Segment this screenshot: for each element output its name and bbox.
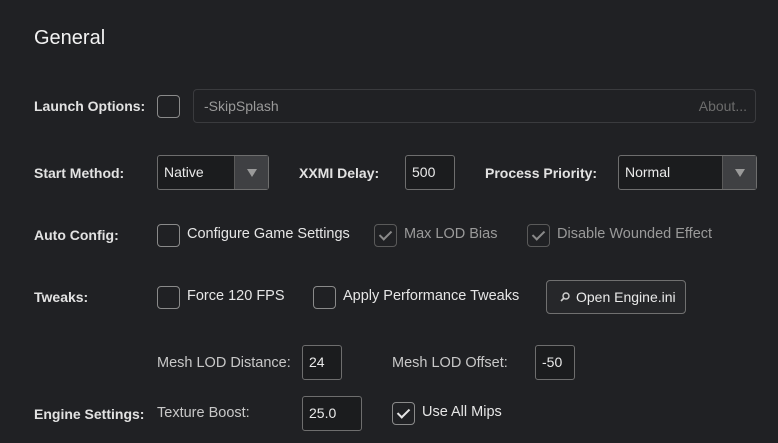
texture-boost-input[interactable]: 25.0 (302, 396, 362, 431)
texture-boost-label: Texture Boost: (157, 405, 250, 421)
process-priority-select[interactable]: Normal (618, 155, 757, 190)
chevron-down-icon (735, 169, 745, 177)
configure-game-settings-checkbox[interactable] (157, 224, 180, 247)
use-all-mips-label[interactable]: Use All Mips (422, 404, 502, 420)
process-priority-dropdown-button[interactable] (722, 156, 756, 189)
checkmark-icon (378, 227, 393, 241)
mesh-lod-distance-label: Mesh LOD Distance: (157, 355, 291, 371)
launch-options-checkbox[interactable] (157, 95, 180, 118)
xxmi-delay-label: XXMI Delay: (299, 165, 380, 181)
tweaks-label: Tweaks: (34, 289, 89, 305)
start-method-dropdown-button[interactable] (234, 156, 268, 189)
max-lod-bias-label: Max LOD Bias (404, 226, 498, 242)
configure-game-settings-label[interactable]: Configure Game Settings (187, 226, 350, 242)
section-title: General (34, 27, 106, 49)
use-all-mips-checkbox[interactable] (392, 402, 415, 425)
open-engine-ini-button[interactable]: Open Engine.ini (546, 280, 686, 314)
auto-config-label: Auto Config: (34, 227, 119, 243)
force-120-fps-label[interactable]: Force 120 FPS (187, 288, 285, 304)
general-settings-panel: General Launch Options: -SkipSplash Abou… (0, 0, 778, 443)
force-120-fps-checkbox[interactable] (157, 286, 180, 309)
engine-settings-label: Engine Settings: (34, 406, 145, 422)
open-engine-ini-label: Open Engine.ini (576, 289, 676, 305)
launch-options-label: Launch Options: (34, 98, 146, 114)
disable-wounded-effect-checkbox (527, 224, 550, 247)
mesh-lod-offset-input[interactable]: -50 (535, 345, 575, 380)
checkmark-icon (531, 227, 546, 241)
apply-performance-tweaks-label[interactable]: Apply Performance Tweaks (343, 288, 519, 304)
mesh-lod-offset-label: Mesh LOD Offset: (392, 355, 508, 371)
process-priority-label: Process Priority: (485, 165, 598, 181)
start-method-value: Native (164, 164, 204, 180)
max-lod-bias-checkbox (374, 224, 397, 247)
process-priority-value: Normal (625, 164, 671, 180)
checkmark-icon (396, 405, 411, 419)
disable-wounded-effect-label: Disable Wounded Effect (557, 226, 713, 242)
magnifier-icon (560, 292, 570, 302)
apply-performance-tweaks-checkbox[interactable] (313, 286, 336, 309)
start-method-label: Start Method: (34, 165, 125, 181)
about-link[interactable]: About... (699, 98, 747, 114)
start-method-select[interactable]: Native (157, 155, 269, 190)
chevron-down-icon (247, 169, 257, 177)
launch-options-value: -SkipSplash (204, 98, 279, 114)
mesh-lod-distance-input[interactable]: 24 (302, 345, 342, 380)
xxmi-delay-input[interactable]: 500 (405, 155, 455, 190)
